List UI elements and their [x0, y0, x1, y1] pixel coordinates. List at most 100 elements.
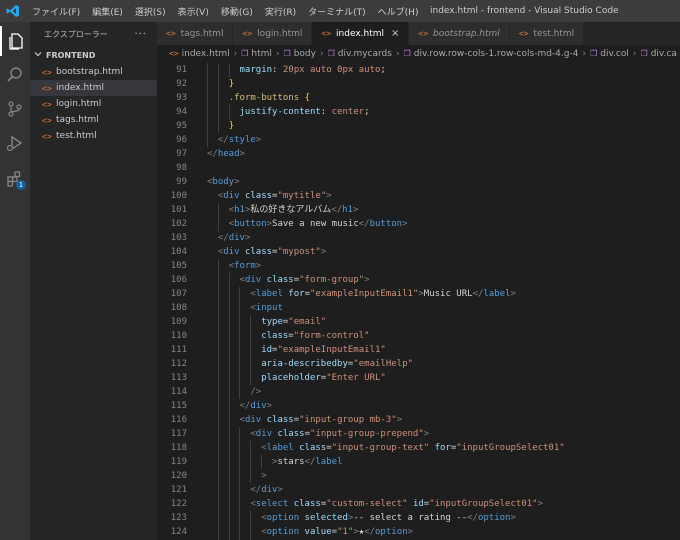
editor-tab[interactable]: <> tags.html [157, 22, 234, 45]
line-number: 113 [170, 373, 187, 383]
explorer-icon[interactable] [0, 26, 30, 56]
code-line: 103 </div> [157, 231, 680, 245]
file-item[interactable]: <> test.html [30, 128, 157, 144]
chevron-right-icon: › [319, 48, 324, 59]
editor-tab[interactable]: <> index.html × [312, 22, 410, 45]
html-file-icon: <> [42, 83, 52, 93]
code-line: 111 id="exampleInputEmail1" [157, 343, 680, 357]
breadcrumb-label: index.html [181, 48, 230, 59]
window-title: index.html - frontend - Visual Studio Co… [430, 6, 619, 16]
html-file-icon: <> [418, 29, 429, 38]
code-line: 123 <option selected>-- select a rating … [157, 511, 680, 525]
line-number: 104 [170, 247, 187, 257]
code-text: </style> [217, 135, 262, 145]
code-line: 120 > [157, 469, 680, 483]
breadcrumb-label: div.row.row-cols-1.row-cols-md-4.g-4 [413, 48, 579, 59]
tab-label: bootstrap.html [433, 28, 500, 39]
menu-item[interactable]: 表示(V) [172, 5, 215, 18]
line-number: 103 [170, 233, 187, 243]
html-file-icon: <> [321, 29, 332, 38]
code-line: 101 <h1>私の好きなアルバム</h1> [157, 203, 680, 217]
code-line: 91 margin: 20px auto 0px auto; [157, 63, 680, 77]
menu-item[interactable]: ファイル(F) [26, 5, 86, 18]
breadcrumb-item[interactable]: ❒ div.mycards [328, 49, 392, 59]
menu-item[interactable]: 実行(R) [259, 5, 302, 18]
code-text: <div class="mytitle"> [217, 191, 332, 201]
code-text: <h1>私の好きなアルバム</h1> [228, 205, 359, 215]
file-item[interactable]: <> index.html [30, 80, 157, 96]
file-label: login.html [56, 99, 102, 109]
code-line: 95 } [157, 119, 680, 133]
menu-item[interactable]: 移動(G) [215, 5, 259, 18]
file-item[interactable]: <> bootstrap.html [30, 64, 157, 80]
breadcrumb-item[interactable]: <> index.html [169, 49, 230, 59]
code-text: >stars</label [272, 457, 343, 467]
breadcrumb-item[interactable]: ❒ div.col [590, 49, 629, 59]
tab-label: login.html [257, 28, 303, 39]
chevron-right-icon: › [395, 48, 400, 59]
code-line: 106 <div class="form-group"> [157, 273, 680, 287]
code-text: class="form-control" [261, 331, 370, 341]
editor-tab[interactable]: <> login.html [233, 22, 313, 45]
line-number: 116 [170, 415, 187, 425]
breadcrumb-label: div.ca [650, 48, 677, 59]
folder-frontend[interactable]: FRONTEND [30, 46, 157, 64]
code-text: id="exampleInputEmail1" [261, 345, 386, 355]
menu-item[interactable]: ヘルプ(H) [372, 5, 425, 18]
file-item[interactable]: <> login.html [30, 96, 157, 112]
extensions-icon[interactable]: 1 [0, 164, 30, 194]
code-line: 122 <select class="custom-select" id="in… [157, 497, 680, 511]
breadcrumb-item[interactable]: ❒ body [284, 49, 316, 59]
menu-item[interactable]: ターミナル(T) [302, 5, 372, 18]
run-debug-icon[interactable] [0, 128, 30, 158]
editor-tab[interactable]: <> test.html [509, 22, 585, 45]
chevron-right-icon: › [632, 48, 637, 59]
code-line: 105 <form> [157, 259, 680, 273]
explorer-title: エクスプローラー [44, 29, 108, 39]
line-number: 117 [170, 429, 187, 439]
explorer-header: エクスプローラー ··· [30, 22, 157, 46]
code-text: placeholder="Enter URL" [261, 373, 386, 383]
search-icon[interactable] [0, 60, 30, 90]
code-text: <label class="input-group-text" for="inp… [261, 443, 565, 453]
editor-tabs: <> tags.html <> login.html <> index.html × <> bo… [157, 22, 680, 45]
file-label: tags.html [56, 115, 99, 125]
source-control-icon[interactable] [0, 94, 30, 124]
code-text: <option value="1">★</option> [261, 527, 413, 537]
line-number: 99 [176, 177, 187, 187]
code-text: type="email" [261, 317, 327, 327]
code-text: <div class="input-group-prepend"> [250, 429, 430, 439]
code-line: 97 </head> [157, 147, 680, 161]
file-label: bootstrap.html [56, 67, 123, 77]
breadcrumb-item[interactable]: ❒ html [241, 49, 272, 59]
file-label: test.html [56, 131, 97, 141]
line-number: 111 [170, 345, 187, 355]
editor-tab[interactable]: <> bootstrap.html [409, 22, 510, 45]
menu-item[interactable]: 編集(E) [86, 5, 129, 18]
line-number: 122 [170, 499, 187, 509]
folder-label: FRONTEND [46, 50, 96, 60]
code-text: </head> [207, 149, 245, 159]
code-text: <input [250, 303, 283, 313]
more-actions-icon[interactable]: ··· [134, 29, 147, 40]
element-icon: ❒ [640, 49, 648, 58]
code-line: 113 placeholder="Enter URL" [157, 371, 680, 385]
html-file-icon: <> [42, 99, 52, 109]
html-file-icon: <> [242, 29, 253, 38]
code-editor[interactable]: 91 margin: 20px auto 0px auto; 92 } 93 .fo… [157, 62, 680, 540]
code-line: 119 >stars</label [157, 455, 680, 469]
code-line: 117 <div class="input-group-prepend"> [157, 427, 680, 441]
breadcrumb-item[interactable]: ❒ div.row.row-cols-1.row-cols-md-4.g-4 [404, 49, 579, 59]
code-line: 114 /> [157, 385, 680, 399]
file-item[interactable]: <> tags.html [30, 112, 157, 128]
breadcrumb-item[interactable]: ❒ div.ca [641, 49, 677, 59]
code-line: 112 aria-describedby="emailHelp" [157, 357, 680, 371]
menu-item[interactable]: 選択(S) [129, 5, 172, 18]
close-icon[interactable]: × [391, 28, 399, 39]
line-number: 106 [170, 275, 187, 285]
activity-bar: 1 [0, 22, 30, 540]
line-number: 114 [170, 387, 187, 397]
explorer-sidebar: エクスプローラー ··· FRONTEND <> bootstrap.html <>… [30, 22, 157, 540]
code-text: <div class="input-group mb-3"> [239, 415, 403, 425]
line-number: 95 [176, 121, 187, 131]
